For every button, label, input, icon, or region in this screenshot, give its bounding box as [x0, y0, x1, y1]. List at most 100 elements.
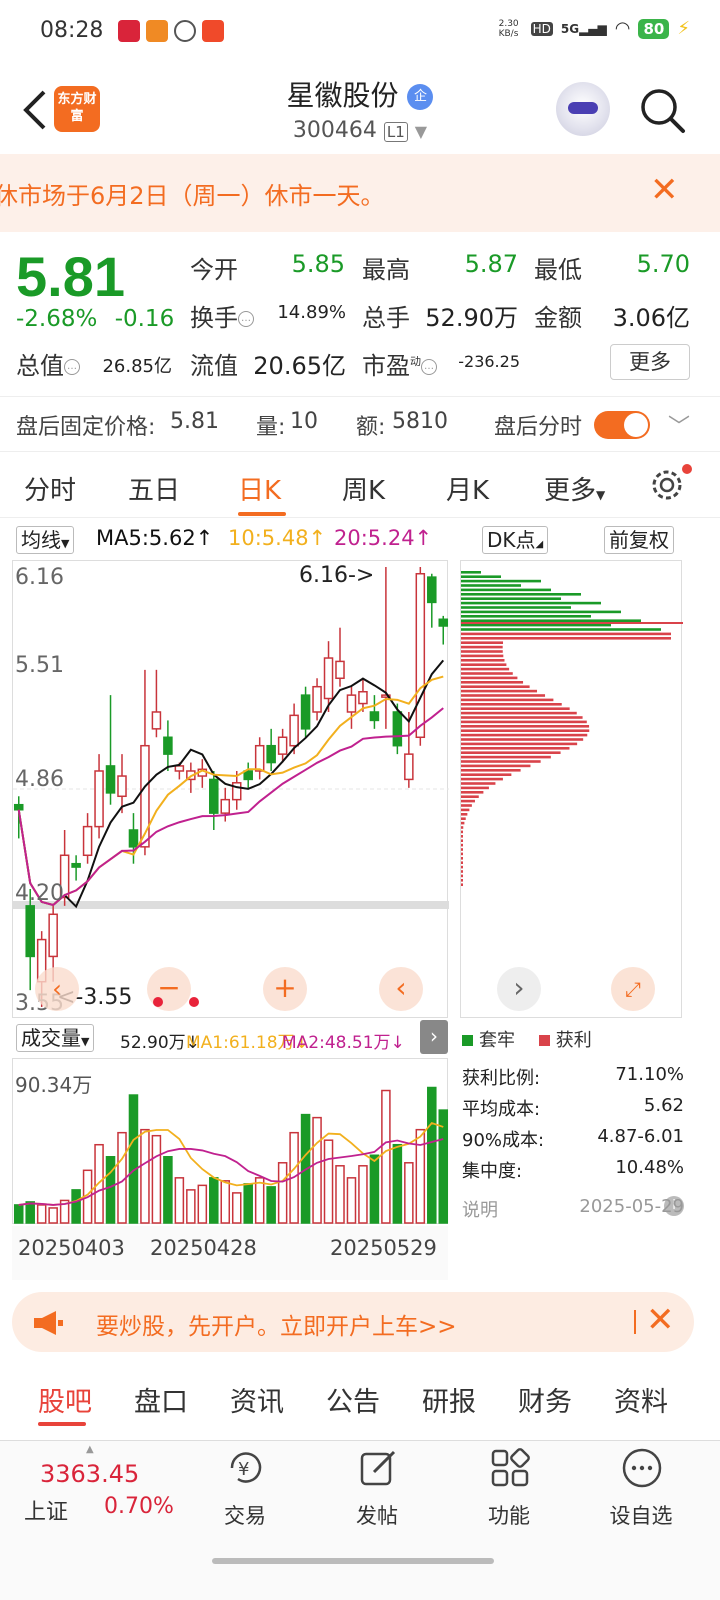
volume-bar: [392, 1143, 403, 1224]
close-icon[interactable]: ✕: [650, 170, 679, 210]
open-account-banner[interactable]: 要炒股，先开户。立即开户上车>> ✕: [12, 1292, 694, 1352]
stat-value: 71.10%: [615, 1064, 684, 1085]
notice-text: 休市场于6月2日（周一）休市一天。: [0, 182, 385, 210]
current-price: 5.81: [16, 245, 125, 308]
stock-name: 星徽股份: [286, 79, 399, 112]
index-value[interactable]: 3363.45: [40, 1460, 139, 1488]
candle-body: [266, 744, 276, 764]
chevron-down-icon[interactable]: ﹀: [668, 409, 690, 441]
chip-bar: [461, 685, 530, 688]
candle-body: [117, 775, 127, 798]
chevron-down-icon: ▼: [414, 122, 428, 141]
chevron-right-icon[interactable]: ›: [420, 1020, 448, 1054]
chip-legend: 套牢 获利: [462, 1026, 592, 1052]
chip-bar: [461, 773, 512, 776]
nav-trade[interactable]: 交易: [200, 1500, 290, 1530]
zoom-in-icon[interactable]: +: [263, 967, 307, 1011]
candle-body: [71, 862, 81, 868]
more-button[interactable]: 更多: [610, 344, 690, 380]
kline-svg: [13, 567, 449, 1007]
chevron-right-icon[interactable]: ›: [497, 967, 541, 1011]
tab-guba[interactable]: 股吧: [38, 1380, 92, 1419]
y-label-3: 4.86: [15, 767, 64, 792]
after-hours-row: 盘后固定价格: 5.81 量: 10 额: 5810 盘后分时 ﹀: [0, 396, 720, 452]
scroll-left-icon[interactable]: ‹: [35, 967, 79, 1011]
y-label-2: 5.51: [15, 653, 64, 678]
tab-five-day[interactable]: 五日: [128, 470, 180, 507]
dk-point-select[interactable]: DK点◢: [482, 526, 549, 554]
gear-icon[interactable]: [650, 468, 684, 502]
trade-icon[interactable]: ¥: [224, 1446, 268, 1490]
tab-announcements[interactable]: 公告: [326, 1380, 380, 1419]
open-label: 今开: [190, 256, 238, 284]
ma-select[interactable]: 均线▼: [16, 526, 75, 554]
tab-monthly-k[interactable]: 月K: [446, 470, 489, 507]
open-value: 5.85: [291, 250, 345, 278]
tab-weekly-k[interactable]: 周K: [342, 470, 385, 507]
chip-bar: [461, 667, 510, 671]
amount-label: 金额: [534, 304, 582, 332]
tab-finance[interactable]: 财务: [518, 1380, 572, 1419]
volume-select-label: 成交量: [21, 1026, 81, 1050]
stock-code-row[interactable]: 300464 L1 ▼: [0, 118, 720, 143]
nav-post[interactable]: 发帖: [332, 1500, 422, 1530]
info-icon[interactable]: …: [238, 311, 254, 327]
after-timeshare-toggle[interactable]: [594, 411, 650, 439]
candle-body: [174, 765, 185, 772]
note-label-text: 说明: [462, 1200, 498, 1221]
volume-bar: [71, 1189, 81, 1224]
enterprise-badge: 企: [407, 84, 434, 110]
signal-dot: [189, 997, 199, 1007]
tab-timeshare[interactable]: 分时: [24, 470, 76, 507]
candle-body: [209, 778, 219, 814]
adjust-select[interactable]: 前复权: [604, 526, 674, 554]
chip-bar: [461, 821, 465, 825]
tab-profile[interactable]: 资料: [614, 1380, 668, 1419]
nav-functions[interactable]: 功能: [464, 1500, 554, 1530]
candle-body: [151, 711, 162, 730]
scroll-prev-icon[interactable]: ‹: [379, 967, 423, 1011]
after-amt-label: 额:: [356, 415, 386, 440]
high-label: 最高: [362, 256, 410, 284]
functions-icon[interactable]: [488, 1446, 532, 1490]
more-dots-icon[interactable]: [620, 1446, 664, 1490]
kline-chart[interactable]: 6.16 5.51 4.86 4.20 3.55 6.16-> <-3.55 ‹…: [12, 560, 449, 1018]
dk-label: DK点: [487, 528, 536, 552]
chip-bar: [461, 588, 551, 592]
nav-add-watchlist[interactable]: 设自选: [596, 1500, 686, 1530]
chip-bar: [461, 650, 503, 653]
volume-label: 总手: [362, 304, 410, 332]
chip-bar: [461, 835, 463, 838]
date-label: 20250428: [150, 1236, 257, 1260]
post-icon[interactable]: [356, 1446, 400, 1490]
volume-value: 52.90万: [425, 304, 518, 332]
robot-assistant-icon[interactable]: [556, 82, 610, 136]
chip-note-row: 说明 i 2025-05-29: [462, 1196, 684, 1222]
volume-bar: [197, 1184, 208, 1224]
trapped-label: 套牢: [479, 1030, 515, 1051]
candle-body: [13, 803, 24, 811]
chip-bar: [461, 857, 463, 860]
change-amount: -0.16: [114, 306, 175, 332]
chip-bar: [461, 694, 546, 697]
turnover-label: 换手…: [190, 298, 254, 333]
expand-icon[interactable]: ⤢: [611, 967, 655, 1011]
chip-bar: [461, 645, 503, 649]
tab-pankou[interactable]: 盘口: [134, 1380, 188, 1419]
volume-bar: [36, 1204, 47, 1224]
info-icon[interactable]: …: [64, 359, 80, 375]
volume-indicator-select[interactable]: 成交量▼: [16, 1024, 95, 1052]
search-icon[interactable]: [638, 86, 686, 134]
note-label[interactable]: 说明 i: [462, 1196, 684, 1221]
candle-body: [25, 905, 35, 958]
tab-research[interactable]: 研报: [422, 1380, 476, 1419]
date-label: 20250403: [18, 1236, 125, 1260]
chip-bar: [461, 716, 583, 719]
tab-news[interactable]: 资讯: [230, 1380, 284, 1419]
close-icon[interactable]: ✕: [646, 1300, 675, 1340]
tab-more[interactable]: 更多▼: [544, 470, 605, 507]
tab-daily-k[interactable]: 日K: [238, 470, 281, 507]
volume-chart: 90.34万: [12, 1058, 449, 1224]
info-icon[interactable]: …: [421, 359, 437, 375]
chip-date: 2025-05-29: [579, 1196, 684, 1217]
